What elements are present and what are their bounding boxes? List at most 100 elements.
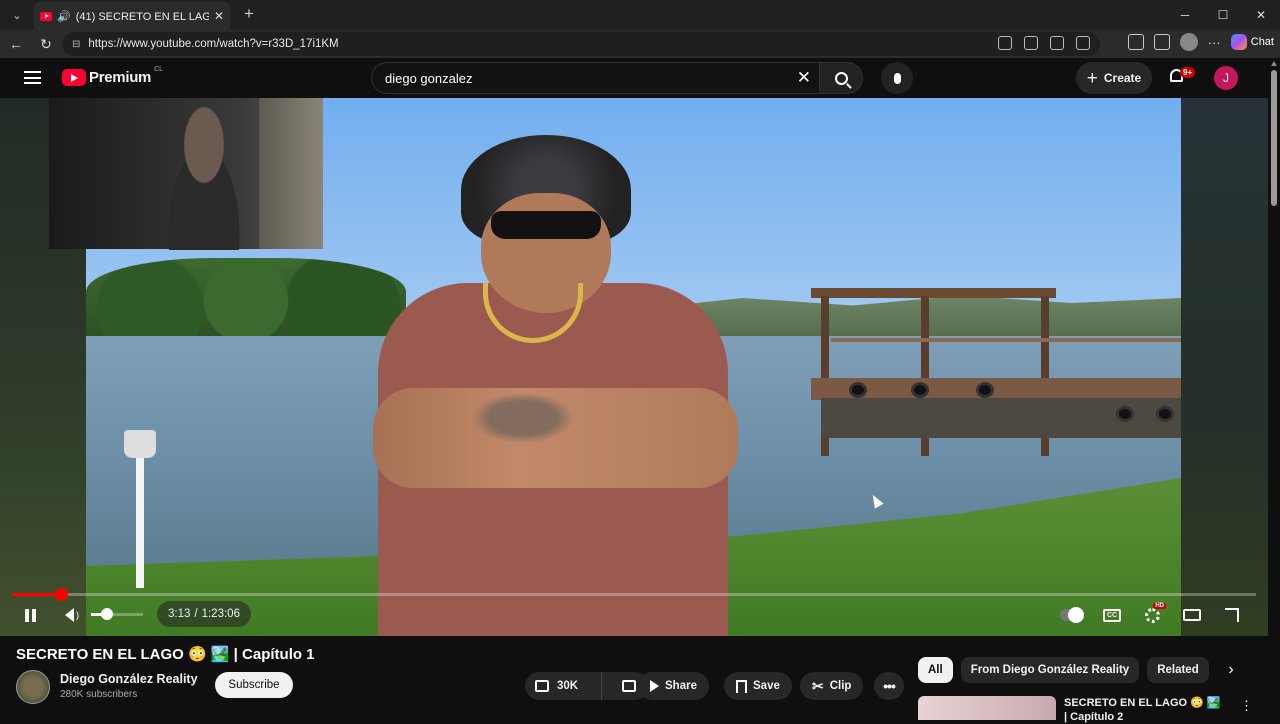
volume-icon[interactable]: ) [62, 605, 82, 625]
chip-from-channel[interactable]: From Diego González Reality [960, 657, 1140, 683]
region-code: CL [154, 66, 164, 73]
site-info-icon[interactable]: ⊟ [72, 39, 80, 50]
create-label: Create [1103, 71, 1142, 85]
copilot-chat-button[interactable]: Chat [1230, 34, 1274, 50]
browser-tab-active[interactable]: 🔊 (41) SECRETO EN EL LAGO 😳 🏞️ | Capítul… [34, 2, 230, 30]
save-label: Save [753, 680, 780, 692]
more-actions-button[interactable]: ••• [874, 672, 904, 700]
tab-close-icon[interactable]: ✕ [214, 9, 224, 23]
scissors-icon: ✂ [812, 677, 824, 694]
captions-icon: CC [1103, 608, 1121, 622]
webcam-overlay [49, 98, 323, 250]
share-label: Share [665, 680, 697, 692]
recommended-video-thumbnail[interactable] [918, 696, 1056, 720]
address-bar-actions [998, 36, 1090, 50]
notification-count-badge: 9+ [1180, 67, 1196, 78]
share-button[interactable]: Share [638, 672, 709, 700]
tab-list-chevron-icon[interactable]: ⌄ [6, 4, 28, 26]
youtube-premium-logo[interactable]: Premium CL [62, 66, 164, 86]
read-aloud-icon[interactable] [1050, 36, 1064, 50]
chip-all[interactable]: All [918, 657, 953, 683]
clip-button[interactable]: ✂ Clip [800, 672, 864, 700]
url-text[interactable]: https://www.youtube.com/watch?v=r33D_17i… [88, 38, 338, 50]
search-query[interactable]: diego gonzalez [385, 71, 472, 86]
like-dislike-group: 30K [525, 672, 649, 700]
scroll-up-arrow-icon[interactable] [1271, 61, 1277, 66]
subscriber-count: 280K subscribers [60, 689, 138, 700]
clip-label: Clip [829, 680, 852, 692]
ambient-right [1181, 98, 1268, 636]
related-filter-chips: All From Diego González Reality Related [918, 657, 1209, 683]
thumbs-up-icon [535, 680, 549, 692]
voice-search-button[interactable] [881, 62, 913, 94]
volume-knob[interactable] [100, 608, 113, 620]
pause-icon[interactable] [22, 605, 38, 625]
progress-bar[interactable] [12, 588, 1256, 601]
address-bar[interactable]: ⊟ https://www.youtube.com/watch?v=r33D_1… [62, 32, 1100, 56]
extensions-icon[interactable] [1127, 34, 1144, 50]
chips-next-chevron-icon[interactable]: › [1222, 661, 1240, 679]
search-icon [834, 71, 848, 85]
progress-scrubber[interactable] [54, 588, 68, 601]
like-button[interactable]: 30K [525, 672, 602, 700]
plus-icon: + [1086, 67, 1098, 89]
minimize-icon[interactable]: ─ [1166, 0, 1204, 30]
logo-text: Premium [89, 69, 152, 86]
fullscreen-button[interactable] [1220, 603, 1244, 627]
share-arrow-icon [650, 680, 659, 692]
tab-title: (41) SECRETO EN EL LAGO 😳 🏞️ | Capítulo … [75, 10, 209, 23]
like-count: 30K [557, 680, 579, 692]
search-input[interactable]: diego gonzalez ✕ [371, 62, 819, 94]
autoplay-icon [1060, 607, 1084, 623]
save-button[interactable]: Save [724, 672, 792, 700]
app-available-icon[interactable] [1024, 36, 1038, 50]
favorite-star-icon[interactable] [1076, 36, 1090, 50]
scene-person [358, 133, 738, 636]
settings-button[interactable]: HD [1140, 603, 1166, 627]
window-close-icon[interactable]: ✕ [1242, 0, 1280, 30]
copilot-icon [1230, 34, 1247, 50]
duration: 1:23:06 [201, 608, 240, 620]
recommended-video-menu-icon[interactable]: ⋮ [1240, 698, 1253, 714]
reload-icon[interactable]: ↻ [36, 34, 56, 54]
channel-name[interactable]: Diego González Reality [60, 672, 198, 686]
window-controls: ─ ☐ ✕ [1166, 0, 1280, 30]
search-button[interactable] [819, 62, 863, 94]
autoplay-toggle[interactable] [1060, 603, 1084, 627]
profile-avatar[interactable] [1179, 33, 1198, 51]
user-avatar[interactable]: J [1214, 66, 1238, 90]
subscribe-button[interactable]: Subscribe [215, 672, 293, 698]
youtube-logo-icon [62, 69, 86, 86]
chip-related[interactable]: Related [1147, 657, 1209, 683]
volume-slider[interactable] [91, 608, 143, 620]
more-menu-icon[interactable]: ··· [1208, 35, 1221, 50]
microphone-icon [893, 72, 901, 84]
create-button[interactable]: + Create [1076, 62, 1152, 94]
theater-mode-button[interactable] [1180, 603, 1204, 627]
captions-button[interactable]: CC [1100, 603, 1124, 627]
browser-toolbar: ← ↻ ⊟ https://www.youtube.com/watch?v=r3… [0, 30, 1280, 58]
fullscreen-icon [1225, 608, 1239, 622]
player-right-controls: CC HD [1060, 603, 1244, 627]
scene-lamp-post [124, 430, 156, 590]
clear-search-icon[interactable]: ✕ [797, 68, 811, 88]
channel-avatar[interactable] [16, 670, 50, 704]
favorites-icon[interactable] [1153, 34, 1170, 50]
maximize-icon[interactable]: ☐ [1204, 0, 1242, 30]
current-time: 3:13 [168, 608, 191, 620]
page-scrollbar[interactable] [1268, 58, 1280, 720]
gear-icon [1144, 607, 1160, 623]
back-arrow-icon[interactable]: ← [6, 34, 26, 54]
speaker-tab-icon[interactable]: 🔊 [57, 10, 71, 23]
scrollbar-thumb[interactable] [1271, 70, 1277, 206]
new-tab-button[interactable]: + [240, 4, 258, 24]
video-player[interactable]: ) 3:13 / 1:23:06 CC HD [0, 98, 1268, 636]
time-display: 3:13 / 1:23:06 [157, 601, 251, 627]
hamburger-menu-icon[interactable] [24, 71, 41, 84]
theater-icon [1183, 609, 1201, 621]
tracking-prevention-icon[interactable] [998, 36, 1012, 50]
chat-label: Chat [1250, 36, 1274, 48]
more-dots-icon: ••• [883, 678, 896, 694]
time-separator: / [194, 608, 198, 620]
toolbar-right: ··· Chat [1127, 33, 1274, 51]
